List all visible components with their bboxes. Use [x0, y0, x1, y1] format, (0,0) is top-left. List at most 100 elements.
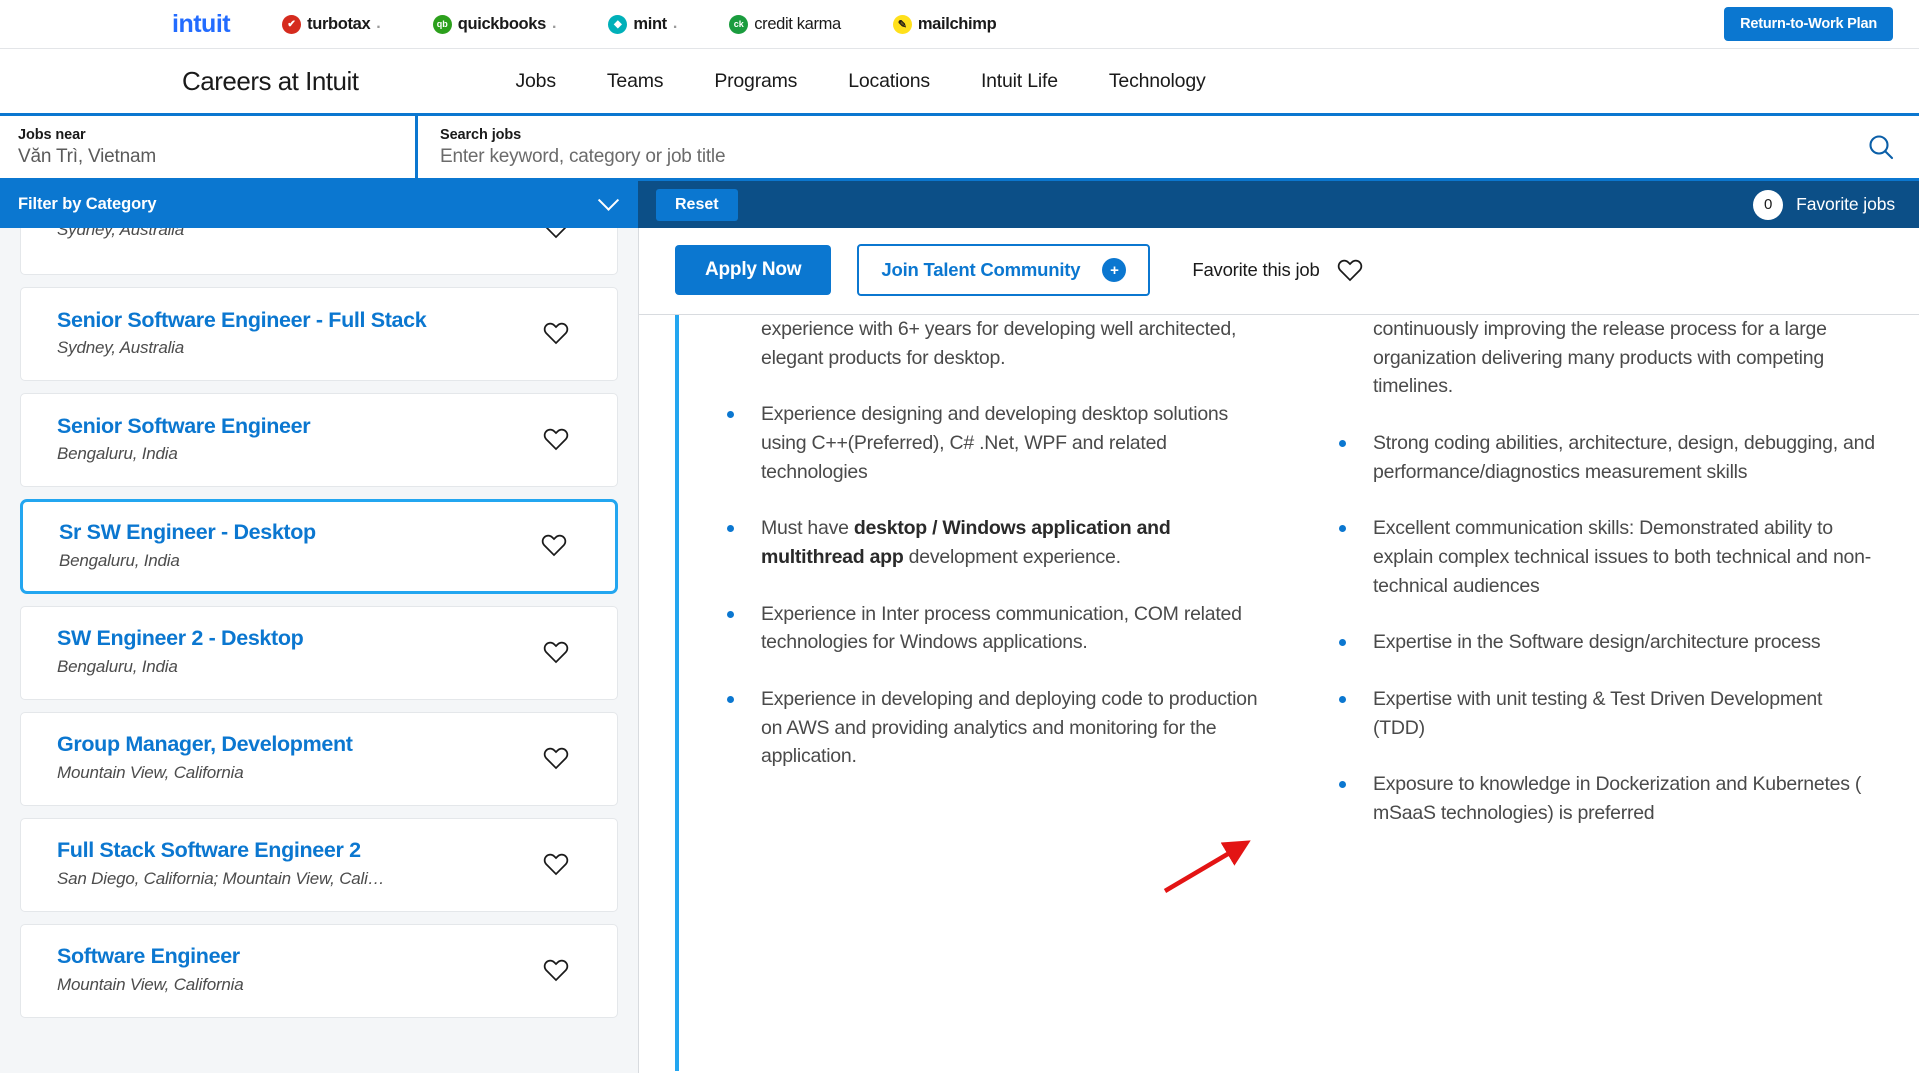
job-card[interactable]: Senior Software Engineer Bengaluru, Indi… [20, 393, 618, 487]
job-card-title: Full Stack Software Engineer 2 [57, 838, 361, 863]
job-card-text: Senior Software Engineer - Full Stack Sy… [57, 308, 427, 359]
apply-now-button[interactable]: Apply Now [675, 245, 832, 295]
keyword-field-wrapper: Search jobs [418, 116, 1843, 178]
search-input[interactable] [440, 145, 1843, 168]
favorite-heart-icon[interactable] [543, 640, 569, 664]
job-card-text: Group Manager, Development Mountain View… [57, 732, 353, 783]
main-navigation: Careers at Intuit Jobs Teams Programs Lo… [0, 49, 1919, 113]
nav-links: Jobs Teams Programs Locations Intuit Lif… [515, 70, 1205, 93]
brand-bar: intuit ✔ turbotax. qb quickbooks. ◆ mint… [0, 0, 1919, 49]
credit-karma-logo[interactable]: ck credit karma [729, 11, 841, 37]
favorite-heart-icon[interactable] [543, 321, 569, 345]
mint-leaf-icon: ◆ [608, 14, 628, 34]
qualification-item: Expertise with unit testing & Test Drive… [1327, 685, 1879, 742]
job-results-inner: Sydney, Australia Senior Software Engine… [20, 228, 618, 1018]
qualification-item: Expertise in the Software design/archite… [1327, 628, 1879, 657]
qualification-item: Exposure to knowledge in Dockerization a… [1327, 770, 1879, 827]
job-detail-panel: Apply Now Join Talent Community + Favori… [638, 228, 1919, 1073]
join-talent-community-label: Join Talent Community [881, 259, 1081, 280]
keyword-field-label: Search jobs [440, 126, 522, 143]
location-field-wrapper: Jobs near [0, 116, 418, 178]
nav-item-technology[interactable]: Technology [1109, 70, 1206, 93]
mailchimp-monkey-icon: ✎ [892, 14, 912, 34]
favorite-heart-icon[interactable] [543, 958, 569, 982]
accent-rail [675, 315, 679, 1071]
favorite-heart-icon[interactable] [541, 533, 567, 557]
job-card[interactable]: Senior Software Engineer - Full Stack Sy… [20, 287, 618, 381]
credit-karma-label: credit karma [754, 14, 841, 33]
favorite-jobs-count: 0 [1753, 189, 1784, 220]
turbotax-check-icon: ✔ [282, 14, 302, 34]
toolbar-right: Reset 0 Favorite jobs [638, 181, 1919, 228]
job-card-partial[interactable]: Sydney, Australia [20, 228, 618, 275]
job-card-location: Bengaluru, India [59, 550, 180, 570]
credit-karma-ck-icon: ck [729, 14, 749, 34]
qualification-item: Experience designing and developing desk… [715, 400, 1267, 486]
quickbooks-logo[interactable]: qb quickbooks. [432, 11, 556, 37]
right-qualifications-list: Strong coding abilities, architecture, d… [1327, 429, 1879, 828]
job-card[interactable]: Software Engineer Mountain View, Califor… [20, 923, 618, 1018]
turbotax-logo[interactable]: ✔ turbotax. [282, 11, 381, 37]
brand-logo-group: intuit ✔ turbotax. qb quickbooks. ◆ mint… [172, 10, 997, 38]
join-talent-community-button[interactable]: Join Talent Community + [857, 244, 1151, 296]
favorite-heart-icon[interactable] [543, 228, 569, 239]
job-card-text: Sydney, Australia [57, 228, 184, 240]
turbotax-label: turbotax [307, 14, 371, 33]
job-card-text: Sr SW Engineer - Desktop Bengaluru, Indi… [59, 520, 316, 571]
job-card-location: Bengaluru, India [57, 444, 178, 464]
mint-label: mint [633, 14, 667, 33]
heart-icon[interactable] [1337, 258, 1363, 282]
favorite-heart-icon[interactable] [543, 427, 569, 451]
left-qualifications-list: Experience designing and developing desk… [715, 400, 1267, 771]
favorite-this-job-label: Favorite this job [1192, 259, 1320, 280]
search-button[interactable] [1843, 116, 1919, 178]
job-card-location: Sydney, Australia [57, 228, 184, 239]
intuit-logo[interactable]: intuit [172, 10, 231, 38]
qualification-item: Experience in Inter process communicatio… [715, 600, 1267, 657]
job-card-location: Bengaluru, India [57, 657, 178, 677]
return-to-work-plan-button[interactable]: Return-to-Work Plan [1724, 7, 1893, 41]
mint-dot: . [672, 15, 678, 32]
nav-item-jobs[interactable]: Jobs [515, 70, 556, 93]
job-results-list[interactable]: Sydney, Australia Senior Software Engine… [0, 228, 638, 1073]
job-card-title: Group Manager, Development [57, 732, 353, 757]
job-description-body[interactable]: experience with 6+ years for developing … [639, 314, 1919, 1071]
location-input[interactable] [18, 145, 415, 168]
qualification-item: Excellent communication skills: Demonstr… [1327, 514, 1879, 600]
job-card-text: Software Engineer Mountain View, Califor… [57, 944, 244, 995]
job-card-title: SW Engineer 2 - Desktop [57, 626, 304, 651]
favorite-heart-icon[interactable] [543, 852, 569, 876]
quickbooks-label: quickbooks [457, 14, 547, 33]
reset-button[interactable]: Reset [656, 188, 738, 221]
nav-item-locations[interactable]: Locations [848, 70, 930, 93]
chevron-down-icon [597, 189, 620, 211]
filter-toolbar: Filter by Category Reset 0 Favorite jobs [0, 181, 1919, 228]
search-icon [1869, 135, 1894, 160]
mailchimp-label: mailchimp [917, 14, 997, 33]
site-title: Careers at Intuit [182, 65, 359, 96]
job-card[interactable]: Group Manager, Development Mountain View… [20, 711, 618, 806]
job-card-title: Sr SW Engineer - Desktop [59, 520, 316, 544]
mint-logo[interactable]: ◆ mint. [608, 11, 677, 37]
job-card[interactable]: Full Stack Software Engineer 2 San Diego… [20, 817, 618, 912]
mailchimp-logo[interactable]: ✎ mailchimp [892, 11, 997, 37]
job-card-text: SW Engineer 2 - Desktop Bengaluru, India [57, 626, 304, 677]
job-card-selected[interactable]: Sr SW Engineer - Desktop Bengaluru, Indi… [20, 499, 618, 594]
right-continuation-paragraph: continuously improving the release proce… [1373, 318, 1827, 398]
filter-by-category-label: Filter by Category [18, 195, 157, 213]
job-card-title: Senior Software Engineer [57, 413, 311, 438]
job-description-columns: experience with 6+ years for developing … [639, 315, 1919, 1071]
nav-item-teams[interactable]: Teams [607, 70, 664, 93]
job-card-text: Full Stack Software Engineer 2 San Diego… [57, 838, 385, 889]
qualification-item: Experience in developing and deploying c… [715, 685, 1267, 771]
filter-by-category-dropdown[interactable]: Filter by Category [0, 181, 638, 228]
nav-item-programs[interactable]: Programs [714, 70, 797, 93]
plus-icon: + [1102, 258, 1127, 282]
nav-item-intuit-life[interactable]: Intuit Life [981, 70, 1058, 93]
favorite-jobs-link[interactable]: 0 Favorite jobs [1753, 189, 1895, 220]
favorite-heart-icon[interactable] [543, 746, 569, 770]
job-card[interactable]: SW Engineer 2 - Desktop Bengaluru, India [20, 605, 618, 700]
job-card-location: Mountain View, California [57, 763, 244, 783]
favorite-this-job[interactable]: Favorite this job [1192, 258, 1362, 282]
left-continuation-paragraph: experience with 6+ years for developing … [761, 318, 1237, 369]
